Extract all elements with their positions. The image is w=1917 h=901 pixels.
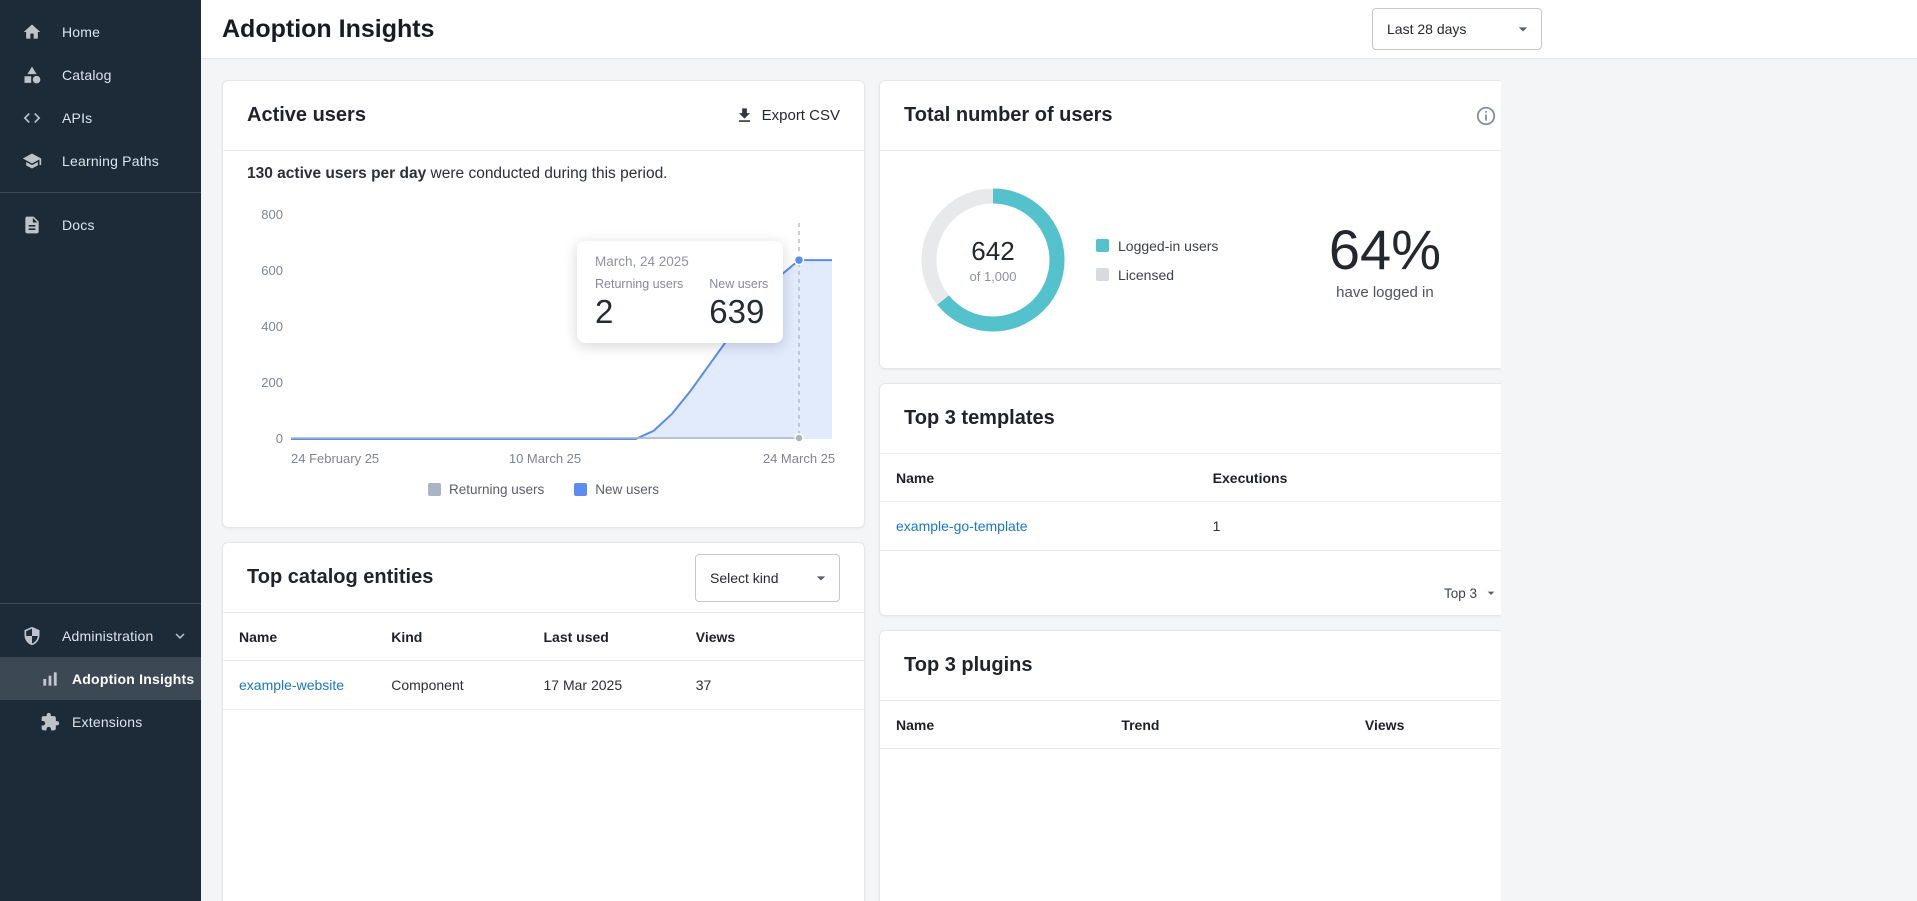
export-csv-button[interactable]: Export CSV (735, 106, 840, 125)
legend-returning-users: Returning users (428, 482, 544, 497)
donut-legend: Logged-in users Licensed (1096, 238, 1218, 283)
sidebar-item-label: Administration (62, 628, 154, 644)
sidebar-item-docs[interactable]: Docs (0, 203, 201, 246)
chevron-down-icon (1513, 19, 1533, 39)
entity-kind: Component (391, 677, 543, 693)
legend-logged-in-users: Logged-in users (1096, 238, 1218, 254)
sidebar-item-label: Docs (62, 217, 95, 233)
tooltip-returning: Returning users 2 (595, 277, 683, 331)
svg-text:24 February 25: 24 February 25 (291, 451, 379, 466)
kind-select-value: Select kind (710, 570, 778, 586)
info-icon[interactable] (1475, 105, 1497, 127)
top-templates-card: Top 3 templates Name Executions example-… (879, 383, 1501, 616)
sidebar-item-learning-paths[interactable]: Learning Paths (0, 139, 201, 182)
main-area: Adoption Insights Last 28 days Active us… (201, 0, 1917, 901)
sidebar-item-catalog[interactable]: Catalog (0, 53, 201, 96)
date-range-select[interactable]: Last 28 days (1372, 8, 1542, 50)
svg-text:200: 200 (261, 375, 283, 390)
table-row[interactable]: example-go-template 1 (880, 502, 1501, 551)
home-icon (22, 22, 42, 42)
svg-text:400: 400 (261, 319, 283, 334)
administration-icon (22, 626, 42, 646)
table-header: Name Kind Last used Views (223, 613, 864, 661)
total-users-card: Total number of users 642 of 1,000 (879, 80, 1501, 369)
sidebar-admin-section: Administration Adoption Insights Extensi… (0, 593, 201, 901)
card-title: Top catalog entities (247, 566, 433, 589)
entity-views: 37 (696, 677, 848, 693)
sidebar-item-apis[interactable]: APIs (0, 96, 201, 139)
svg-text:800: 800 (261, 207, 283, 222)
active-users-chart[interactable]: 0 200 400 600 800 24 February 25 10 March 25 24… (247, 195, 840, 480)
sidebar-item-label: Extensions (72, 714, 142, 730)
logged-in-percent: 64% have logged in (1329, 219, 1441, 302)
export-csv-label: Export CSV (762, 107, 840, 124)
svg-text:0: 0 (276, 431, 283, 446)
card-title: Total number of users (904, 104, 1113, 127)
download-icon (735, 106, 754, 125)
sidebar-item-label: Home (62, 24, 100, 40)
chevron-down-icon (811, 568, 831, 588)
apis-icon (22, 108, 42, 128)
template-executions: 1 (1213, 518, 1501, 534)
template-link[interactable]: example-go-template (896, 518, 1028, 534)
page-title: Adoption Insights (222, 15, 434, 44)
sidebar-item-label: Adoption Insights (72, 671, 194, 687)
catalog-icon (22, 65, 42, 85)
legend-new-users: New users (574, 482, 659, 497)
insights-icon (40, 669, 60, 689)
svg-text:600: 600 (261, 263, 283, 278)
right-column: Total number of users 642 of 1,000 (879, 80, 1501, 901)
active-users-summary: 130 active users per day were conducted … (247, 165, 840, 183)
sidebar-item-home[interactable]: Home (0, 10, 201, 53)
top-catalog-entities-card: Top catalog entities Select kind Name Ki… (222, 542, 865, 901)
users-donut-chart[interactable]: 642 of 1,000 (918, 185, 1068, 335)
donut-center: 642 of 1,000 (918, 185, 1068, 335)
sidebar-item-administration[interactable]: Administration (0, 614, 201, 657)
legend-licensed: Licensed (1096, 267, 1218, 283)
sidebar-item-label: Learning Paths (62, 153, 159, 169)
sidebar-nav: Home Catalog APIs Learning Paths (0, 0, 201, 246)
sidebar-item-label: APIs (62, 110, 92, 126)
tooltip-date: March, 24 2025 (595, 254, 765, 269)
sidebar-item-adoption-insights[interactable]: Adoption Insights (0, 657, 201, 700)
kind-select[interactable]: Select kind (695, 554, 840, 602)
docs-icon (22, 215, 42, 235)
top-plugins-card: Top 3 plugins Name Trend Views (879, 630, 1501, 901)
entity-link[interactable]: example-website (239, 677, 344, 693)
table-row[interactable] (223, 710, 864, 750)
page-header: Adoption Insights Last 28 days (201, 0, 1917, 59)
learning-paths-icon (22, 151, 42, 171)
chevron-down-icon[interactable] (171, 627, 189, 645)
sidebar-item-extensions[interactable]: Extensions (0, 700, 201, 743)
table-row[interactable]: example-website Component 17 Mar 2025 37 (223, 661, 864, 710)
extensions-icon (40, 712, 60, 732)
content: Active users Export CSV 130 active users… (201, 59, 1501, 901)
entity-last-used: 17 Mar 2025 (544, 677, 696, 693)
date-range-value: Last 28 days (1387, 21, 1466, 37)
sidebar-item-label: Catalog (62, 67, 112, 83)
active-users-card: Active users Export CSV 130 active users… (222, 80, 865, 528)
chevron-down-icon (1483, 585, 1499, 601)
svg-text:24 March 25: 24 March 25 (763, 451, 835, 466)
chart-legend: Returning users New users (247, 482, 840, 497)
sidebar-divider (0, 603, 201, 604)
tooltip-new: New users 639 (709, 277, 768, 331)
table-header: Name Executions (880, 454, 1501, 502)
card-title: Top 3 plugins (904, 654, 1033, 677)
svg-text:10 March 25: 10 March 25 (509, 451, 581, 466)
left-column: Active users Export CSV 130 active users… (222, 80, 865, 901)
sidebar: Home Catalog APIs Learning Paths (0, 0, 201, 901)
app-root: Home Catalog APIs Learning Paths (0, 0, 1917, 901)
table-header: Name Trend Views (880, 701, 1501, 749)
rows-per-page-select[interactable]: Top 3 (880, 573, 1501, 615)
sidebar-divider (0, 192, 201, 193)
chart-tooltip: March, 24 2025 Returning users 2 New use… (577, 241, 783, 343)
card-title: Active users (247, 104, 366, 127)
card-title: Top 3 templates (904, 407, 1055, 430)
